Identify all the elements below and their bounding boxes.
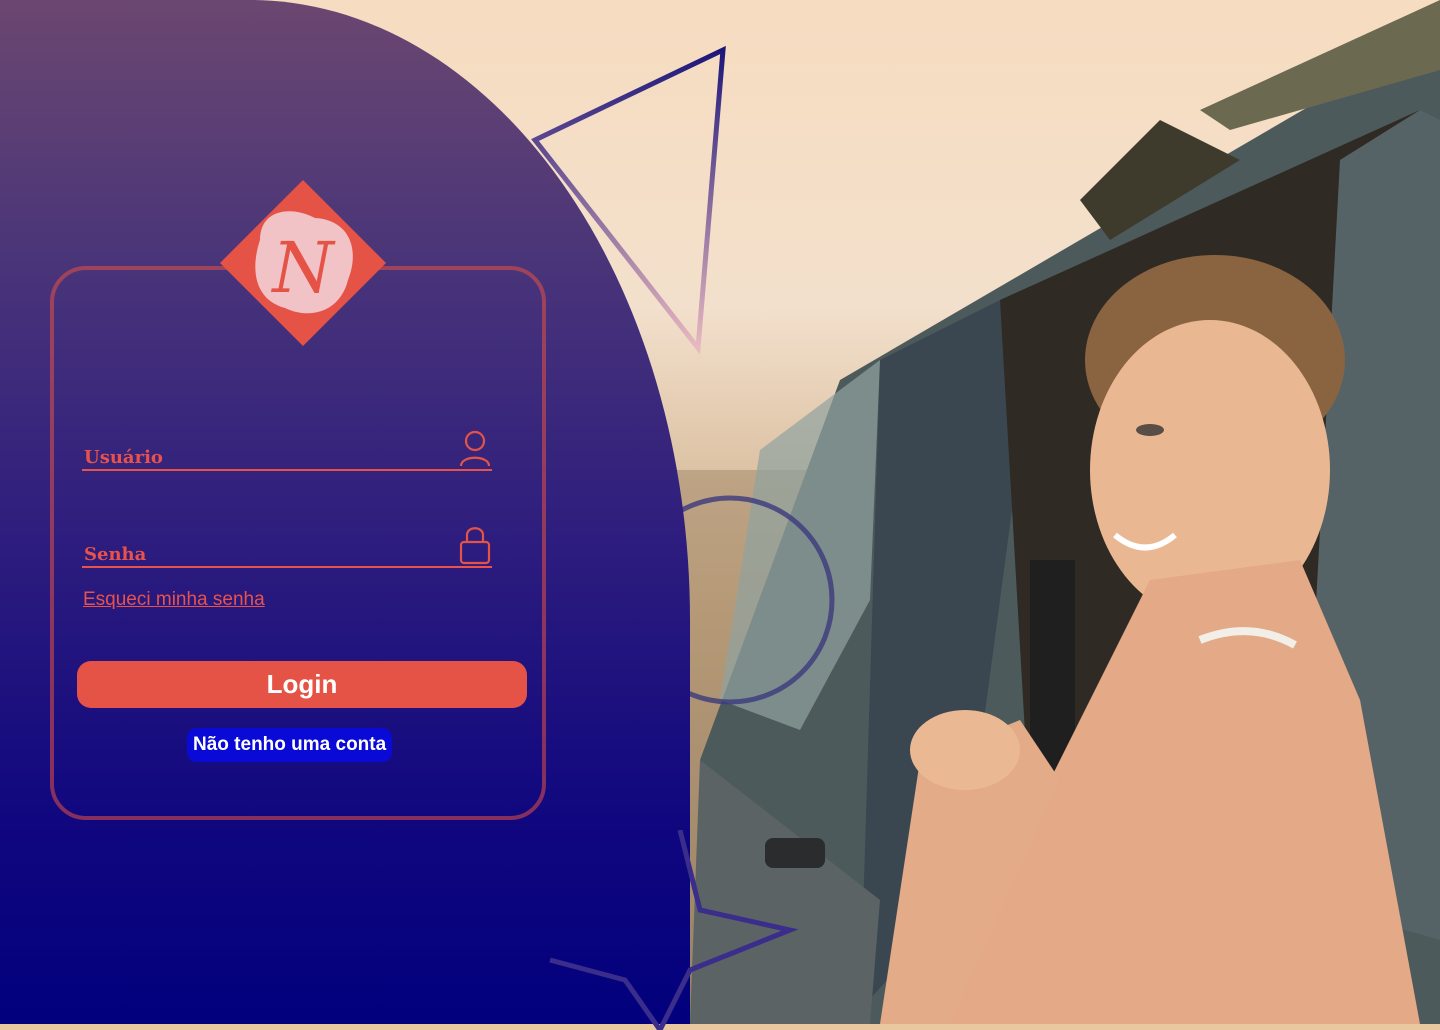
brand-logo: N xyxy=(220,180,386,346)
logo-letter: N xyxy=(270,227,336,309)
user-icon xyxy=(459,430,491,467)
star-decoration xyxy=(549,830,799,1030)
login-button[interactable]: Login xyxy=(77,661,527,708)
signup-link[interactable]: Não tenho uma conta xyxy=(187,728,393,762)
forgot-password-link[interactable]: Esqueci minha senha xyxy=(83,589,265,611)
password-input[interactable] xyxy=(82,566,492,568)
password-label: Senha xyxy=(84,544,147,565)
lock-icon xyxy=(459,527,491,565)
username-label: Usuário xyxy=(84,447,163,468)
username-input[interactable] xyxy=(82,469,492,471)
